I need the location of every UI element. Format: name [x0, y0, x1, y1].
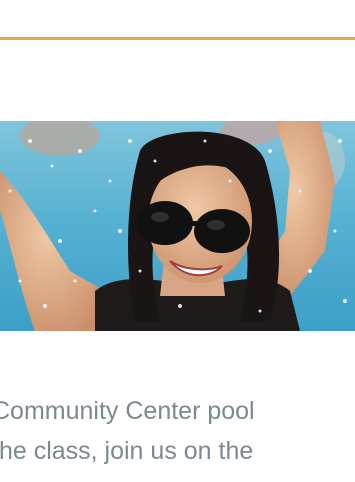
- paragraph-line-2: the class, join us on the: [0, 437, 254, 465]
- body-paragraph: Community Center pool the class, join us…: [0, 391, 355, 471]
- hero-image: [0, 121, 355, 331]
- paragraph-line-1: Community Center pool: [0, 397, 255, 425]
- header-divider: [0, 37, 355, 40]
- page: Community Center pool the class, join us…: [0, 0, 355, 482]
